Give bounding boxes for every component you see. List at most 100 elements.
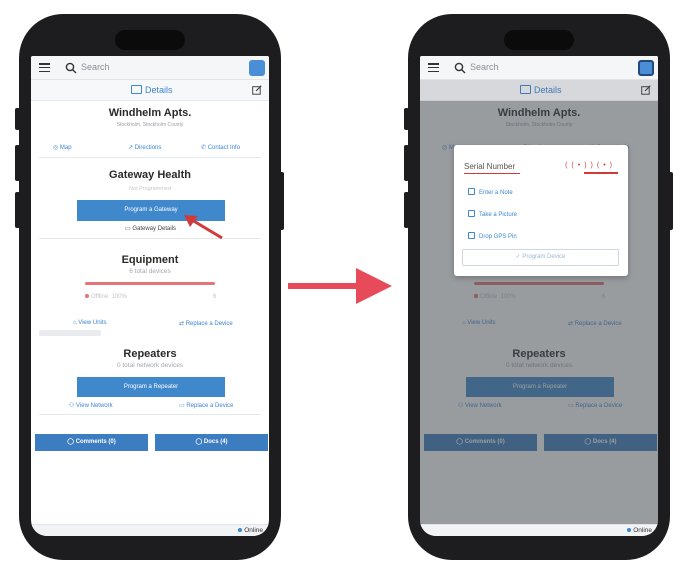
comment-icon: ◯ — [67, 439, 76, 445]
gateway-status: Not Programmed — [129, 186, 171, 192]
menu-icon[interactable] — [428, 63, 439, 73]
profile-button[interactable] — [638, 60, 654, 76]
property-location: Stockholm, Stockholm County — [116, 122, 184, 128]
offline-count: 6 — [213, 294, 217, 300]
map-pin-icon: ◎ — [53, 145, 60, 151]
picture-option[interactable]: Take a Picture — [468, 210, 517, 218]
view-units-label: View Units — [78, 320, 107, 326]
docs-button[interactable]: ◯ Docs (4) — [155, 434, 268, 451]
replace-repeater-label: Replace a Device — [186, 403, 234, 409]
network-icon: ⚇ — [69, 403, 77, 409]
menu-icon[interactable] — [39, 63, 50, 73]
scan-icons: ((•))(•) — [565, 162, 616, 169]
program-device-button[interactable]: ✓ Program Device — [462, 249, 619, 266]
flow-arrow-shaft — [288, 283, 358, 289]
search-input[interactable]: Search — [81, 62, 110, 72]
phone-frame-right: Search Details Windhelm Apts. Stockholm,… — [408, 14, 670, 560]
view-units-link[interactable]: ⌂ View Units — [73, 320, 107, 326]
gps-checkbox[interactable] — [468, 232, 475, 239]
docs-label: Docs (4) — [203, 439, 228, 445]
comments-button[interactable]: ◯ Comments (0) — [35, 434, 148, 451]
status-dot — [238, 528, 243, 532]
gateway-details-label: Gateway Details — [132, 226, 177, 232]
mute-switch — [15, 108, 20, 130]
volume-up-button — [404, 145, 409, 181]
serial-number-field[interactable]: Serial Number — [464, 162, 515, 171]
volume-down-button — [404, 192, 409, 228]
status-label: Online — [244, 527, 263, 534]
offline-dot — [85, 294, 89, 298]
program-device-modal: Serial Number ((•))(•) Enter a Note Take… — [454, 145, 628, 276]
connection-status: Online — [627, 527, 652, 534]
contact-info-link[interactable]: ✆ Contact Info — [201, 144, 240, 151]
replace-device-link[interactable]: ⇄ Replace a Device — [179, 320, 233, 327]
app-screen-right: Search Details Windhelm Apts. Stockholm,… — [420, 56, 658, 536]
note-checkbox[interactable] — [468, 188, 475, 195]
note-label: Enter a Note — [479, 190, 513, 196]
connection-status: Online — [238, 527, 263, 534]
status-bar: Online — [31, 524, 269, 536]
tab-details-label: Details — [145, 85, 173, 95]
status-bar: Online — [420, 524, 658, 536]
directions-icon: ↗ — [128, 145, 135, 151]
annotation-arrow — [184, 215, 223, 240]
search-input[interactable]: Search — [470, 62, 499, 72]
repeaters-title: Repeaters — [123, 348, 177, 360]
profile-button[interactable] — [249, 60, 265, 76]
map-link-label: Map — [59, 145, 72, 151]
scan-icons-underline — [584, 172, 618, 174]
view-network-label: View Network — [76, 403, 113, 409]
contact-info-label: Contact Info — [207, 145, 241, 151]
tab-details[interactable]: Details — [131, 85, 173, 95]
details-bar: Details — [31, 80, 269, 101]
picture-label: Take a Picture — [479, 212, 518, 218]
note-option[interactable]: Enter a Note — [468, 188, 513, 196]
gps-label: Drop GPS Pin — [479, 234, 517, 240]
program-device-label: Program Device — [522, 254, 566, 260]
mute-switch — [404, 108, 409, 130]
property-name: Windhelm Apts. — [108, 107, 192, 119]
divider — [39, 414, 261, 415]
gateway-details-link[interactable]: ▭ Gateway Details — [125, 225, 176, 232]
power-button — [279, 172, 284, 230]
top-bar: Search — [420, 56, 658, 80]
program-repeater-button[interactable]: Program a Repeater — [77, 377, 225, 397]
nfc-scan-icon[interactable]: ((•)) — [565, 162, 597, 169]
offline-progress-bar — [85, 282, 215, 285]
top-bar: Search — [31, 56, 269, 80]
offline-label: Offline — [91, 294, 109, 300]
phone-icon: ✆ — [201, 145, 208, 151]
volume-up-button — [15, 145, 20, 181]
replace-device-label: Replace a Device — [185, 321, 233, 327]
radio-scan-icon[interactable]: (•) — [597, 162, 616, 169]
phone-frame-left: Search Details Windhelm Apts. Stockholm,… — [19, 14, 281, 560]
power-button — [668, 172, 673, 230]
view-network-link[interactable]: ⚇ View Network — [69, 402, 113, 409]
equipment-title: Equipment — [121, 254, 179, 266]
map-link[interactable]: ◎ Map — [53, 144, 72, 151]
gps-option[interactable]: Drop GPS Pin — [468, 232, 517, 240]
building-icon — [131, 85, 142, 94]
app-screen-left: Search Details Windhelm Apts. Stockholm,… — [31, 56, 269, 536]
replace-repeater-link[interactable]: ▭ Replace a Device — [179, 402, 233, 409]
equipment-count: 6 total devices — [129, 268, 171, 275]
swap-icon: ⇄ — [179, 321, 186, 327]
edit-icon[interactable] — [252, 85, 262, 95]
phone-notch — [115, 30, 185, 50]
status-dot — [627, 528, 632, 532]
flow-arrow-head — [356, 268, 392, 304]
offline-value: 100% — [111, 294, 127, 300]
picture-checkbox[interactable] — [468, 210, 475, 217]
divider — [39, 157, 261, 158]
status-label: Online — [633, 527, 652, 534]
comment-icon: ◯ — [195, 439, 204, 445]
directions-link[interactable]: ↗ Directions — [128, 144, 161, 151]
volume-down-button — [15, 192, 20, 228]
divider — [39, 238, 261, 239]
search-icon — [65, 62, 77, 74]
scroll-indicator — [39, 330, 101, 336]
directions-link-label: Directions — [134, 145, 162, 151]
modal-backdrop-top — [420, 80, 658, 101]
phone-notch — [504, 30, 574, 50]
serial-underline — [464, 173, 520, 174]
